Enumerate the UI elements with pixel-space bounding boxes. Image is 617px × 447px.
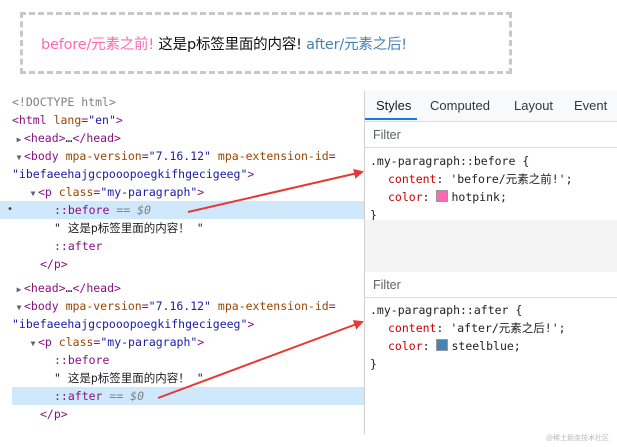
watermark-text: @稀土掘金技术社区 [545, 435, 609, 442]
filter-input-1[interactable]: Filter [365, 122, 617, 148]
attr-name: lang [53, 113, 82, 127]
tag-text: <head> [24, 281, 66, 295]
tab-event[interactable]: Event [574, 91, 607, 121]
tag-text: <p [38, 185, 52, 199]
pseudo-text: ::before [54, 203, 110, 217]
text-node-content: " 这是p标签里面的内容！ " [54, 371, 204, 385]
tag-text: </head> [72, 131, 121, 145]
rule-selector[interactable]: .my-paragraph::after { [370, 303, 522, 317]
tag-text: <body [24, 149, 59, 163]
css-property-name[interactable]: color [370, 190, 423, 204]
head-node-1[interactable]: ▶ <head>…</head> [14, 129, 378, 147]
pseudo-text: ::before [54, 353, 110, 367]
filter-input-2[interactable]: Filter [365, 272, 617, 298]
tag-end: > [115, 113, 123, 127]
body-node-2-cont[interactable]: "ibefaeehajgcpooopoegkifhgecigeeg"> [12, 315, 376, 333]
tag-end: > [247, 317, 255, 331]
p-node-2[interactable]: ▼ <p class="my-paragraph"> [28, 333, 392, 351]
head-node-2[interactable]: ▶ <head>…</head> [14, 279, 378, 297]
demo-paragraph-box: before/元素之前! 这是p标签里面的内容! after/元素之后! [20, 12, 512, 74]
pseudo-text: ::after [54, 389, 103, 403]
rule-selector[interactable]: .my-paragraph::before { [370, 154, 529, 168]
elements-tree: <!DOCTYPE html> <html lang="en"> ▶ <head>… [0, 93, 364, 433]
tag-end: > [197, 185, 205, 199]
attr-value: "en" [88, 113, 116, 127]
attr-value: "my-paragraph" [100, 185, 198, 199]
paragraph-content-text: 这是p标签里面的内容! [153, 36, 307, 53]
body-node-1-cont[interactable]: "ibefaeehajgcpooopoegkifhgecigeeg"> [12, 165, 376, 183]
css-property-value[interactable]: 'before/元素之前!'; [450, 172, 572, 186]
tab-layout[interactable]: Layout [514, 91, 553, 121]
console-ref-text: == $0 [102, 389, 145, 403]
css-property-name[interactable]: content [370, 172, 436, 186]
doctype-text: <!DOCTYPE html> [12, 95, 116, 109]
selection-dot-icon: • [7, 204, 14, 215]
doctype-node[interactable]: <!DOCTYPE html> [12, 93, 376, 111]
rule-close-brace: } [370, 357, 377, 371]
body-node-2[interactable]: ▼ <body mpa-version="7.16.12" mpa-extensi… [14, 297, 378, 315]
tag-text: <p [38, 335, 52, 349]
html-node[interactable]: <html lang="en"> [12, 111, 376, 129]
attr-name: mpa-extension-id [217, 299, 329, 313]
before-style-rule[interactable]: .my-paragraph::before { content: 'before… [370, 152, 610, 224]
tag-text: <html [12, 113, 47, 127]
tab-computed[interactable]: Computed [430, 91, 490, 121]
attr-name: mpa-extension-id [217, 149, 329, 163]
body-node-1[interactable]: ▼ <body mpa-version="7.16.12" mpa-extensi… [14, 147, 378, 165]
p-close-1[interactable]: </p> [40, 255, 404, 273]
after-pseudo-node-selected[interactable]: ::after == $0 [12, 387, 364, 405]
css-property-value[interactable]: hotpink; [451, 190, 506, 204]
tag-text: </p> [40, 407, 68, 421]
attr-value: "my-paragraph" [100, 335, 198, 349]
p-node-1[interactable]: ▼ <p class="my-paragraph"> [28, 183, 392, 201]
attr-name: mpa-version [65, 299, 142, 313]
pseudo-text: ::after [54, 239, 103, 253]
before-pseudo-node-selected[interactable]: • ::before == $0 [0, 201, 364, 219]
attr-name: mpa-version [65, 149, 142, 163]
attr-value: "ibefaeehajgcpooopoegkifhgecigeeg" [12, 167, 248, 181]
tag-end: > [247, 167, 255, 181]
active-tab-indicator [365, 118, 417, 120]
panel-gap [365, 220, 617, 272]
attr-name: class [58, 335, 94, 349]
tab-styles[interactable]: Styles [376, 91, 411, 121]
tag-text: </head> [72, 281, 121, 295]
eq-sign: = [328, 149, 336, 163]
css-property-name[interactable]: content [370, 321, 436, 335]
attr-value: "ibefaeehajgcpooopoegkifhgecigeeg" [12, 317, 248, 331]
eq-sign: = [328, 299, 336, 313]
hotpink-color-swatch-icon[interactable] [436, 190, 449, 202]
attr-value: "7.16.12" [148, 149, 211, 163]
steelblue-color-swatch-icon[interactable] [436, 339, 449, 351]
after-content-text: after/元素之后! [306, 36, 407, 53]
demo-paragraph: before/元素之前! 这是p标签里面的内容! after/元素之后! [41, 33, 407, 54]
after-style-rule[interactable]: .my-paragraph::after { content: 'after/元… [370, 301, 610, 373]
tag-text: </p> [40, 257, 68, 271]
attr-name: class [58, 185, 94, 199]
css-property-name[interactable]: color [370, 339, 423, 353]
attr-value: "7.16.12" [148, 299, 211, 313]
tag-text: <body [24, 299, 59, 313]
tag-text: <head> [24, 131, 66, 145]
eq-sign: = [141, 149, 149, 163]
p-close-2[interactable]: </p> [40, 405, 404, 423]
css-property-value[interactable]: 'after/元素之后!'; [450, 321, 565, 335]
eq-sign: = [141, 299, 149, 313]
text-node-content: " 这是p标签里面的内容！ " [54, 221, 204, 235]
console-ref-text: == $0 [109, 203, 151, 217]
css-property-value[interactable]: steelblue; [451, 339, 520, 353]
tag-end: > [197, 335, 205, 349]
collapse-triangle-icon[interactable]: ▼ [28, 335, 38, 353]
before-content-text: before/元素之前! [41, 36, 154, 53]
